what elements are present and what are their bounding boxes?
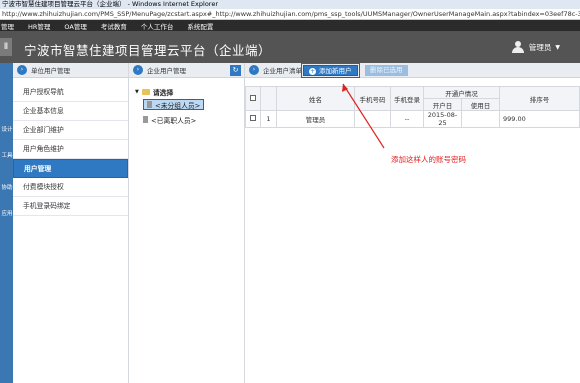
expand-triangle-icon[interactable]: ▼	[135, 89, 139, 95]
user-name: 管理员	[528, 42, 552, 52]
app-header: Ⅱ 宁波市智慧住建项目管理云平台（企业端） 管理员 ▼	[0, 31, 580, 63]
plus-icon: +	[309, 67, 316, 75]
select-all-checkbox[interactable]	[250, 94, 256, 101]
panel-header: › 单位用户管理	[13, 63, 128, 78]
tree-root-label: 请选择	[152, 89, 174, 97]
panel-header: › 企业用户清单	[245, 63, 580, 78]
tree-node-resigned[interactable]: <已离职人员>	[143, 114, 196, 125]
row-checkbox[interactable]	[250, 115, 256, 121]
row-serial: 999.00	[499, 110, 580, 128]
delete-selected-button[interactable]: 删除已选用	[365, 65, 408, 76]
nav-item-paid-modules[interactable]: 付费模块授权	[13, 178, 128, 197]
app-title: 宁波市智慧住建项目管理云平台（企业端）	[24, 43, 272, 58]
column-header-phone: 手机号码	[354, 86, 391, 111]
module-label-apps[interactable]: 应用	[1, 209, 13, 217]
menu-item-exam[interactable]: 考试教育	[101, 21, 127, 31]
nav-item-company-info[interactable]: 企业基本信息	[13, 102, 128, 121]
module-label-tools[interactable]: 工具	[1, 151, 13, 159]
column-header-open-date: 开户日	[423, 98, 462, 111]
select-all-cell	[245, 86, 261, 111]
menu-item-management[interactable]: 管理	[1, 21, 14, 31]
user-menu[interactable]: 管理员 ▼	[511, 41, 560, 53]
row-phone	[354, 110, 391, 128]
tree-node-label: <未分组人员>	[155, 101, 201, 110]
nav-item-user-management[interactable]: 用户管理	[13, 159, 128, 178]
annotation-text: 添加这样人的账号密码	[391, 155, 466, 164]
chevron-right-icon: ›	[17, 65, 27, 75]
panel-title: 企业用户管理	[147, 67, 186, 75]
add-user-button-label: 添加新用户	[319, 67, 352, 75]
module-label-assist[interactable]: 协助	[1, 183, 13, 191]
row-index: 1	[260, 110, 277, 128]
index-header	[260, 86, 277, 111]
menu-item-system-config[interactable]: 系统配置	[187, 21, 213, 31]
row-open-date: 2015-08-25	[423, 110, 462, 128]
chevron-right-icon: ›	[133, 65, 143, 75]
address-bar[interactable]: http://www.zhihuizhujian.com/PMS_SSP/Men…	[0, 9, 580, 20]
panel-title: 企业用户清单	[263, 67, 302, 75]
row-phone-login: --	[390, 110, 424, 128]
nav-item-department[interactable]: 企业部门维护	[13, 121, 128, 140]
chevron-down-icon: ▼	[555, 43, 560, 51]
document-icon	[147, 101, 152, 108]
add-user-button[interactable]: + 添加新用户	[301, 63, 360, 78]
nav-item-phone-login-binding[interactable]: 手机登录码绑定	[13, 197, 128, 216]
row-select-cell	[245, 110, 261, 128]
document-icon	[143, 116, 148, 123]
column-header-use-date: 使用日	[461, 98, 500, 111]
user-avatar-icon	[511, 41, 524, 53]
row-use-date	[461, 110, 500, 128]
module-label-design[interactable]: 设计	[1, 125, 13, 133]
tree-root[interactable]: ▼ 请选择	[135, 87, 173, 97]
panel-header: › 企业用户管理 ↻	[129, 63, 244, 78]
user-table: 姓名 手机号码 手机登录 开通户情况 排序号 开户日 使用日 1 管理员 -- …	[245, 86, 580, 128]
column-header-phone-login: 手机登录	[390, 86, 424, 111]
nav-item-user-roles[interactable]: 用户角色维护	[13, 140, 128, 159]
menu-item-oa[interactable]: OA管理	[64, 21, 86, 31]
app-logo-icon: Ⅱ	[0, 38, 12, 56]
table-row[interactable]: 1 管理员 -- 2015-08-25 999.00	[245, 110, 580, 128]
folder-icon	[141, 89, 150, 95]
delete-selected-button-label: 删除已选用	[370, 66, 403, 74]
top-menu-bar: 管理 HR管理 OA管理 考试教育 个人工作台 系统配置	[0, 20, 580, 31]
chevron-right-icon: ›	[249, 65, 259, 75]
tree-node-ungrouped[interactable]: <未分组人员>	[143, 99, 205, 110]
column-header-name: 姓名	[276, 86, 355, 111]
column-header-open-status: 开通户情况	[423, 86, 500, 99]
menu-item-workbench[interactable]: 个人工作台	[141, 21, 174, 31]
menu-item-hr[interactable]: HR管理	[28, 21, 50, 31]
column-header-serial: 排序号	[499, 86, 580, 111]
refresh-icon[interactable]: ↻	[230, 65, 241, 76]
company-user-list-panel: › 企业用户清单 + 添加新用户 删除已选用 姓名 手机号码 手机登录 开通户情况…	[245, 63, 580, 383]
company-user-tree-panel: › 企业用户管理 ↻ ▼ 请选择 <未分组人员> <已离职人员>	[129, 63, 245, 383]
panel-title: 单位用户管理	[31, 67, 70, 75]
nav-item-user-auth-guide[interactable]: 用户授权导航	[13, 83, 128, 102]
row-name[interactable]: 管理员	[276, 110, 355, 128]
unit-user-management-panel: › 单位用户管理 用户授权导航 企业基本信息 企业部门维护 用户角色维护 用户管…	[13, 63, 129, 383]
tree-node-label: <已离职人员>	[151, 116, 197, 125]
left-module-strip: 设计 工具 协助 应用	[0, 63, 13, 383]
window-title: 宁波市智慧住建项目管理云平台（企业端） - Windows Internet E…	[0, 0, 580, 9]
